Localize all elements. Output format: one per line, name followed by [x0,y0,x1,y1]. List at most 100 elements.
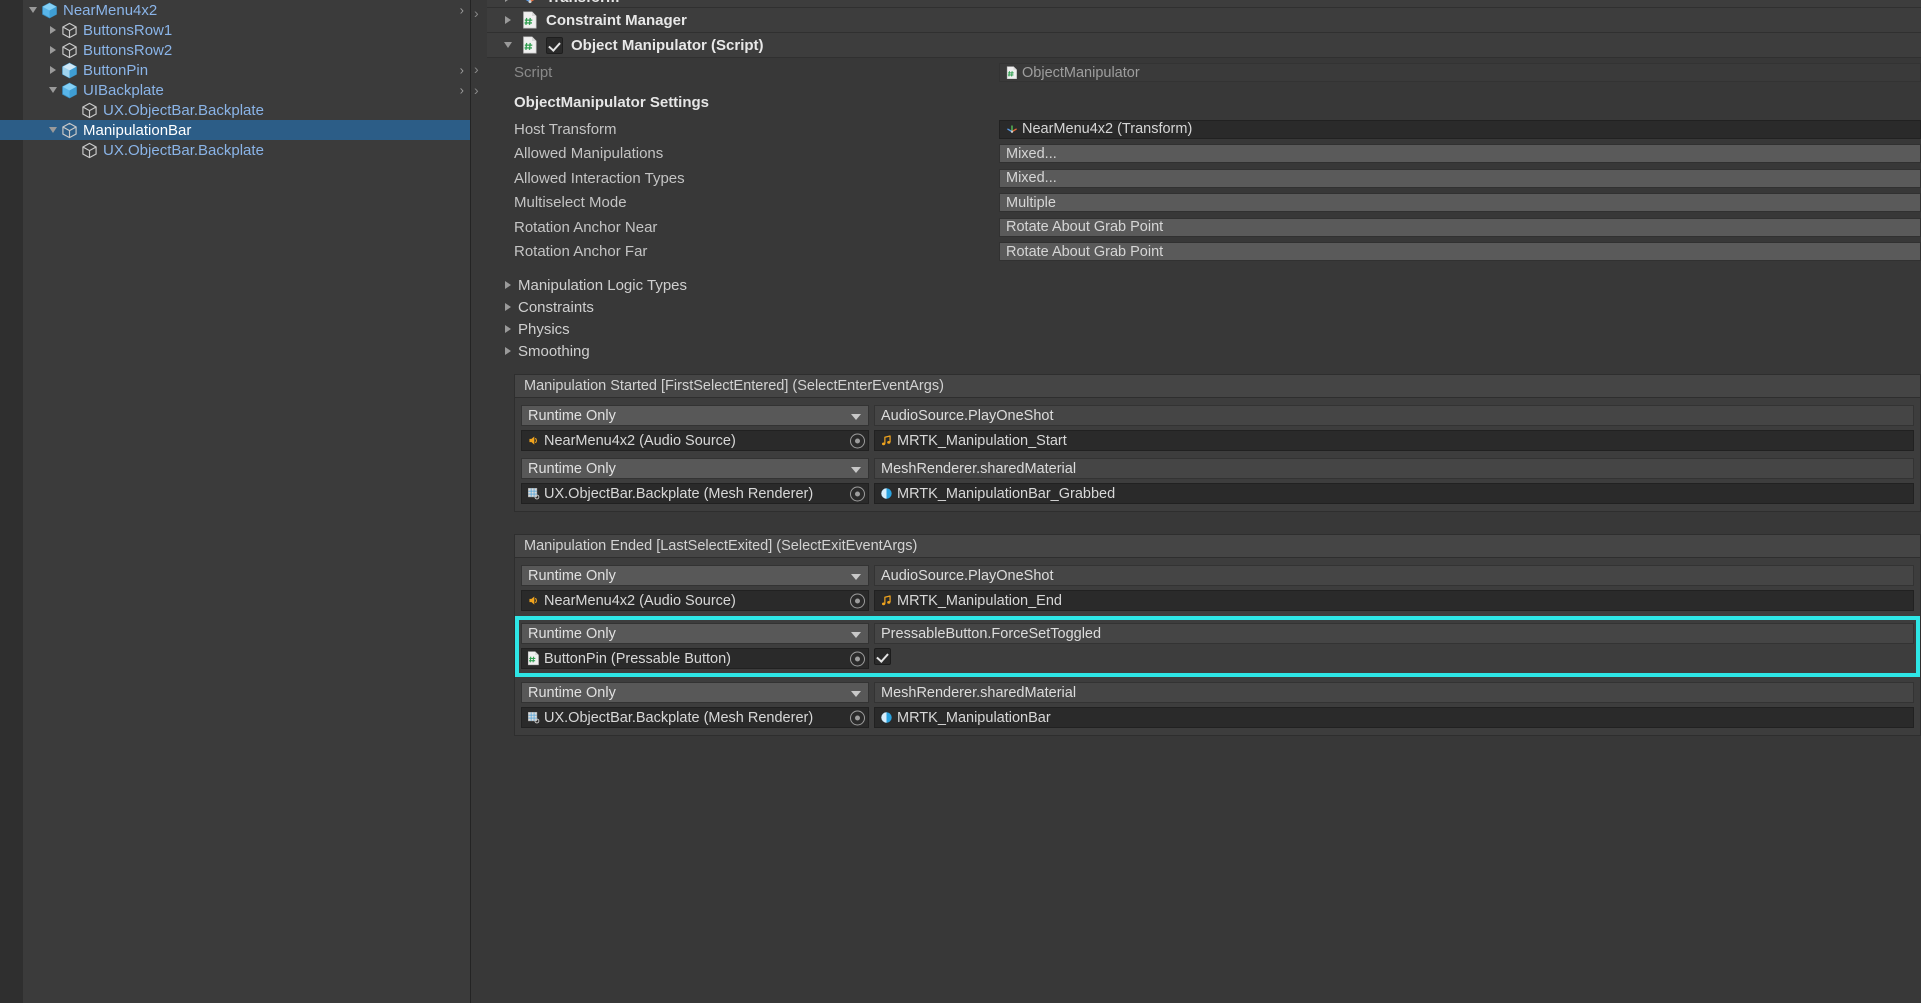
property-value-field[interactable]: Rotate About Grab Point [999,242,1921,262]
chevron-right-icon[interactable] [46,64,59,77]
event-argument-object-field[interactable]: MRTK_Manipulation_End [874,590,1914,611]
hierarchy-item-ux-objectbar-backplate[interactable]: UX.ObjectBar.Backplate [0,140,470,160]
chevron-down-icon[interactable] [26,4,39,17]
component-header-object-manipulator-script[interactable]: Object Manipulator (Script) [487,33,1921,58]
event-block-gap [487,736,1921,758]
property-value-field[interactable]: NearMenu4x2 (Transform) [999,119,1921,139]
event-argument-label: MRTK_ManipulationBar [897,709,1051,726]
property-value-field[interactable]: Multiple [999,193,1921,213]
chevron-right-icon[interactable] [501,279,514,292]
hierarchy-item-label: ButtonsRow2 [83,41,173,59]
event-target-object-field[interactable]: NearMenu4x2 (Audio Source) [521,590,869,611]
event-target-object-label: UX.ObjectBar.Backplate (Mesh Renderer) [544,709,814,726]
transform-axis-icon [522,0,538,6]
object-picker-icon[interactable] [850,710,865,725]
chevron-right-icon[interactable] [501,301,514,314]
hierarchy-item-buttonpin[interactable]: ButtonPin › [0,60,470,80]
hierarchy-item-ux-objectbar-backplate[interactable]: UX.ObjectBar.Backplate [0,100,470,120]
inspector-panel: › › › Transform Constraint Manager Object … [471,0,1921,1003]
property-row-allowed-interaction-types: Allowed Interaction Types Mixed... [487,166,1921,191]
event-argument-object-field[interactable]: MRTK_ManipulationBar [874,707,1914,728]
event-argument-object-field[interactable]: MRTK_ManipulationBar_Grabbed [874,483,1914,504]
event-target-object-field[interactable]: UX.ObjectBar.Backplate (Mesh Renderer) [521,483,869,504]
property-value-field[interactable]: Mixed... [999,144,1921,164]
property-label: Multiselect Mode [514,194,627,212]
chevron-right-icon[interactable] [501,323,514,336]
property-row-allowed-manipulations: Allowed Manipulations Mixed... [487,142,1921,167]
chevron-right-icon: › [474,61,479,77]
event-mode-dropdown[interactable]: Runtime Only [521,623,869,644]
object-picker-icon[interactable] [850,651,865,666]
property-label: Host Transform [514,120,617,138]
unity-event-entry: Runtime Only UX.ObjectBar.Backplate (Mesh… [515,682,1920,728]
foldout-physics[interactable]: Physics [487,318,1921,340]
prefab-open-arrow-icon[interactable]: › [460,84,464,97]
event-mode-dropdown[interactable]: Runtime Only [521,682,869,703]
prefab-variant-cube-icon [61,62,78,79]
audiosource-icon [527,594,540,607]
chevron-right-icon[interactable] [46,24,59,37]
prefab-open-arrow-icon[interactable]: › [460,4,464,17]
event-method-dropdown[interactable]: PressableButton.ForceSetToggled [874,623,1914,644]
inspector-body: Transform Constraint Manager Object Manipu… [487,0,1921,758]
script-property-value[interactable]: ObjectManipulator [999,63,1921,82]
event-mode-dropdown-label: Runtime Only [528,625,616,642]
property-value-text: Mixed... [1006,170,1057,187]
foldout-manipulation-logic-types[interactable]: Manipulation Logic Types [487,274,1921,296]
event-target-object-field[interactable]: UX.ObjectBar.Backplate (Mesh Renderer) [521,707,869,728]
foldout-constraints[interactable]: Constraints [487,296,1921,318]
gameobject-cube-icon [81,102,98,119]
event-entry-left-column: Runtime Only NearMenu4x2 (Audio Source) [521,405,869,451]
unity-event-entry: Runtime Only NearMenu4x2 (Audio Source) Au… [515,565,1920,611]
chevron-right-icon[interactable] [46,44,59,57]
component-enabled-checkbox[interactable] [546,36,563,54]
object-picker-icon[interactable] [850,593,865,608]
chevron-right-icon[interactable] [501,345,514,358]
event-argument-label: MRTK_Manipulation_Start [897,432,1067,449]
chevron-down-icon [851,413,861,420]
hierarchy-item-buttonsrow1[interactable]: ButtonsRow1 [0,20,470,40]
prefab-open-arrow-icon[interactable]: › [460,64,464,77]
chevron-right-icon[interactable] [501,0,514,4]
property-value-field[interactable]: Rotate About Grab Point [999,217,1921,237]
foldout-smoothing[interactable]: Smoothing [487,340,1921,362]
hierarchy-item-nearmenu4x2[interactable]: NearMenu4x2 › [0,0,470,20]
foldout-label: Physics [518,320,570,338]
event-method-dropdown[interactable]: MeshRenderer.sharedMaterial [874,458,1914,479]
script-hash-icon [1006,66,1018,79]
event-target-object-field[interactable]: NearMenu4x2 (Audio Source) [521,430,869,451]
unity-event-title: Manipulation Started [FirstSelectEntered… [514,374,1921,397]
object-picker-icon[interactable] [850,433,865,448]
chevron-down-icon[interactable] [501,39,514,52]
property-row-host-transform: Host Transform NearMenu4x2 (Transform) [487,117,1921,142]
event-target-object-field[interactable]: ButtonPin (Pressable Button) [521,648,869,669]
event-mode-dropdown[interactable]: Runtime Only [521,565,869,586]
component-title: Object Manipulator (Script) [571,36,764,54]
event-method-dropdown[interactable]: AudioSource.PlayOneShot [874,405,1914,426]
property-label: Rotation Anchor Far [514,243,648,261]
property-label: Allowed Manipulations [514,145,664,163]
event-method-dropdown[interactable]: MeshRenderer.sharedMaterial [874,682,1914,703]
hierarchy-item-buttonsrow2[interactable]: ButtonsRow2 [0,40,470,60]
event-argument-checkbox[interactable] [874,648,891,665]
component-title: Constraint Manager [546,11,687,29]
chevron-right-icon[interactable] [501,14,514,27]
event-method-dropdown[interactable]: AudioSource.PlayOneShot [874,565,1914,586]
chevron-down-icon[interactable] [46,124,59,137]
hierarchy-item-label: NearMenu4x2 [63,1,158,19]
hierarchy-item-label: UIBackplate [83,81,164,99]
event-mode-dropdown[interactable]: Runtime Only [521,458,869,479]
chevron-down-icon[interactable] [46,84,59,97]
object-picker-icon[interactable] [850,486,865,501]
event-entry-right-column: PressableButton.ForceSetToggled [874,623,1914,669]
event-mode-dropdown[interactable]: Runtime Only [521,405,869,426]
hierarchy-item-uibackplate[interactable]: UIBackplate › [0,80,470,100]
hierarchy-item-manipulationbar[interactable]: ManipulationBar [0,120,470,140]
component-header-transform[interactable]: Transform [487,0,1921,8]
component-header-constraint-manager[interactable]: Constraint Manager [487,8,1921,33]
property-value-field[interactable]: Mixed... [999,168,1921,188]
audiosource-icon [527,434,540,447]
event-argument-object-field[interactable]: MRTK_Manipulation_Start [874,430,1914,451]
event-block-gap [487,512,1921,534]
property-label: Rotation Anchor Near [514,218,658,236]
